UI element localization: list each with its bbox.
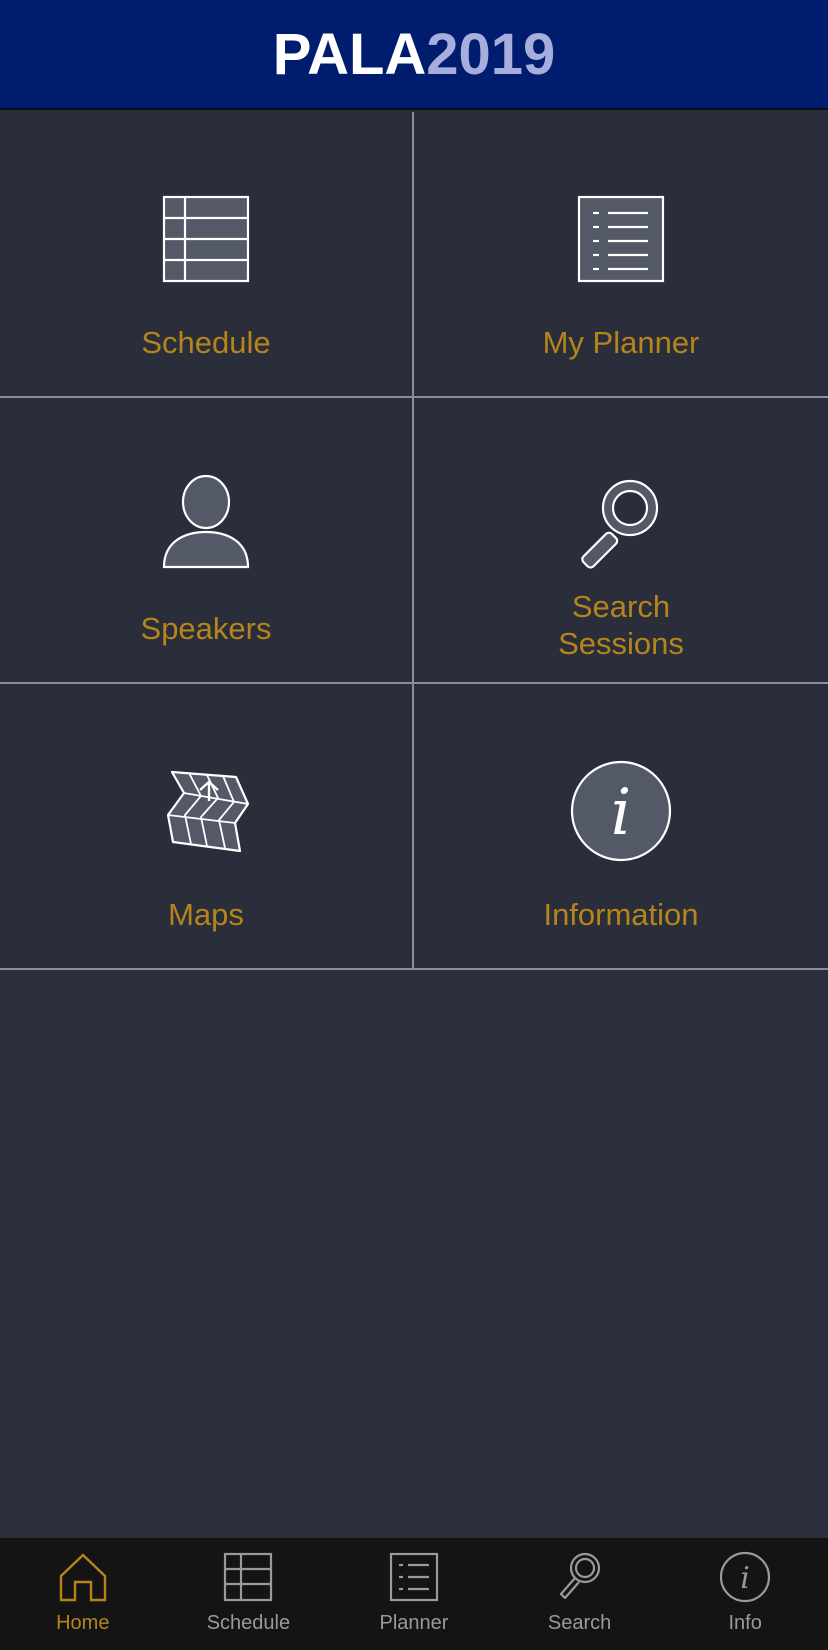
tab-planner-label: Planner [379,1612,449,1634]
tab-info[interactable]: i Info [662,1538,828,1650]
tile-schedule[interactable]: Schedule [0,112,414,398]
tile-search-sessions[interactable]: Search Sessions [414,398,828,684]
tile-schedule-label: Schedule [141,325,271,360]
search-icon [581,479,659,569]
home-icon [59,1553,106,1602]
tile-speakers-label: Speakers [140,611,272,646]
app-header: PALA2019 [0,0,828,110]
tile-maps[interactable]: Maps [0,684,414,970]
tab-home[interactable]: Home [0,1538,166,1650]
tab-home-label: Home [56,1612,110,1634]
list-icon [389,1552,439,1602]
tab-bar: Home Schedule Planner Search i Info [0,1538,828,1650]
table-icon [224,1552,273,1602]
tab-schedule-label: Schedule [206,1612,291,1634]
app-title-part1: PALA [272,21,427,87]
svg-text:i: i [740,1561,750,1596]
tile-information[interactable]: i Information [414,684,828,970]
tab-planner[interactable]: Planner [331,1538,497,1650]
home-grid: Schedule My Planner Speakers Search Sess… [0,112,828,970]
search-icon [559,1552,600,1600]
tile-information-label: Information [543,897,699,932]
map-icon [166,770,250,853]
info-icon: i [720,1551,771,1603]
tile-my-planner-label: My Planner [542,325,700,360]
tab-schedule[interactable]: Schedule [166,1538,332,1650]
info-icon: i [570,760,672,862]
tile-my-planner[interactable]: My Planner [414,112,828,398]
tile-search-sessions-label: Search Sessions [414,588,828,662]
app-root: PALA2019 Schedule My Planner Speakers Se… [0,0,828,1650]
app-title-part2: 2019 [426,21,556,87]
tile-search-sessions-label-line2: Sessions [558,626,684,661]
list-icon [577,195,665,283]
tile-maps-label: Maps [168,897,244,932]
app-title: PALA2019 [273,21,556,88]
person-icon [162,474,250,569]
tile-search-sessions-label-line1: Search [571,589,671,624]
tab-info-label: Info [728,1612,762,1634]
tab-search[interactable]: Search [497,1538,663,1650]
tile-speakers[interactable]: Speakers [0,398,414,684]
svg-text:i: i [611,776,631,850]
table-icon [162,195,250,283]
tab-search-label: Search [547,1612,612,1634]
